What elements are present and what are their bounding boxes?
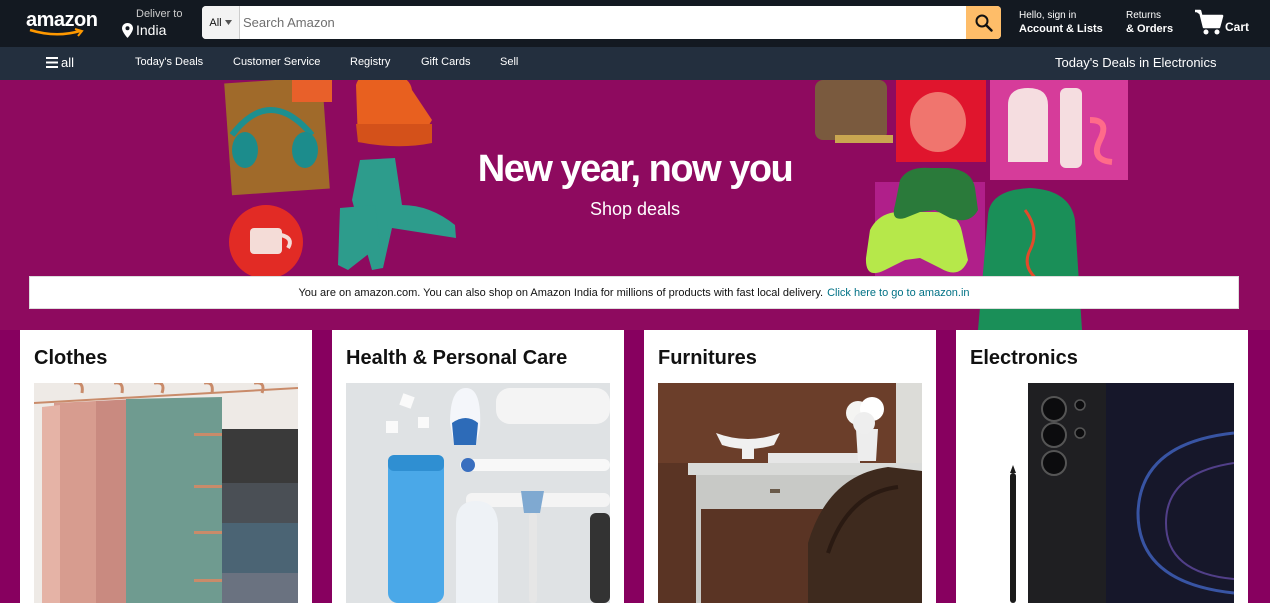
promo-electronics-link[interactable]: Today's Deals in Electronics (1055, 55, 1216, 70)
search-bar: All (202, 6, 1001, 39)
nav-customer-service[interactable]: Customer Service (233, 56, 320, 68)
cart-icon (1195, 9, 1224, 35)
notice-text: You are on amazon.com. You can also shop… (298, 286, 824, 299)
hamburger-icon (46, 57, 58, 68)
card-title: Furnitures (658, 347, 757, 369)
sub-navbar: all Today's Deals Customer Service Regis… (0, 47, 1270, 80)
nav-registry[interactable]: Registry (350, 56, 390, 68)
health-image[interactable] (346, 383, 610, 603)
nav-gift-cards[interactable]: Gift Cards (421, 56, 471, 68)
search-input[interactable] (240, 6, 966, 39)
amazon-in-link[interactable]: Click here to go to amazon.in (827, 287, 969, 299)
clothes-image[interactable] (34, 383, 298, 603)
all-menu-button[interactable]: all (46, 55, 74, 70)
category-card-health[interactable]: Health & Personal Care (332, 330, 624, 603)
furniture-image[interactable] (658, 383, 922, 603)
nav-sell[interactable]: Sell (500, 56, 518, 68)
search-category-dropdown[interactable]: All (202, 6, 240, 39)
deliver-location: India (136, 22, 167, 38)
card-title: Clothes (34, 347, 108, 369)
category-card-electronics[interactable]: Electronics (956, 330, 1248, 603)
category-card-clothes[interactable]: Clothes (20, 330, 312, 603)
search-button[interactable] (966, 6, 1001, 39)
card-title: Health & Personal Care (346, 347, 568, 369)
top-navbar: amazon Deliver to India All Hello, sign … (0, 0, 1270, 47)
card-title: Electronics (970, 347, 1078, 369)
nav-todays-deals[interactable]: Today's Deals (135, 56, 203, 68)
chevron-down-icon (224, 20, 232, 25)
hero-shop-deals-link[interactable]: Shop deals (0, 199, 1270, 220)
hero-title: New year, now you (477, 148, 794, 190)
locale-notice-banner: You are on amazon.com. You can also shop… (29, 276, 1239, 309)
account-lists[interactable]: Hello, sign in Account & Lists (1019, 10, 1103, 37)
search-icon (975, 14, 993, 32)
returns-orders[interactable]: Returns & Orders (1126, 10, 1173, 37)
cart-button[interactable]: Cart (1194, 8, 1254, 38)
location-pin-icon (122, 23, 133, 38)
category-card-furniture[interactable]: Furnitures (644, 330, 936, 603)
smile-arrow-icon (29, 28, 84, 37)
deliver-to[interactable]: Deliver to India (122, 6, 197, 40)
electronics-image[interactable] (970, 383, 1234, 603)
amazon-logo[interactable]: amazon (26, 9, 98, 39)
deliver-label: Deliver to (136, 8, 183, 20)
